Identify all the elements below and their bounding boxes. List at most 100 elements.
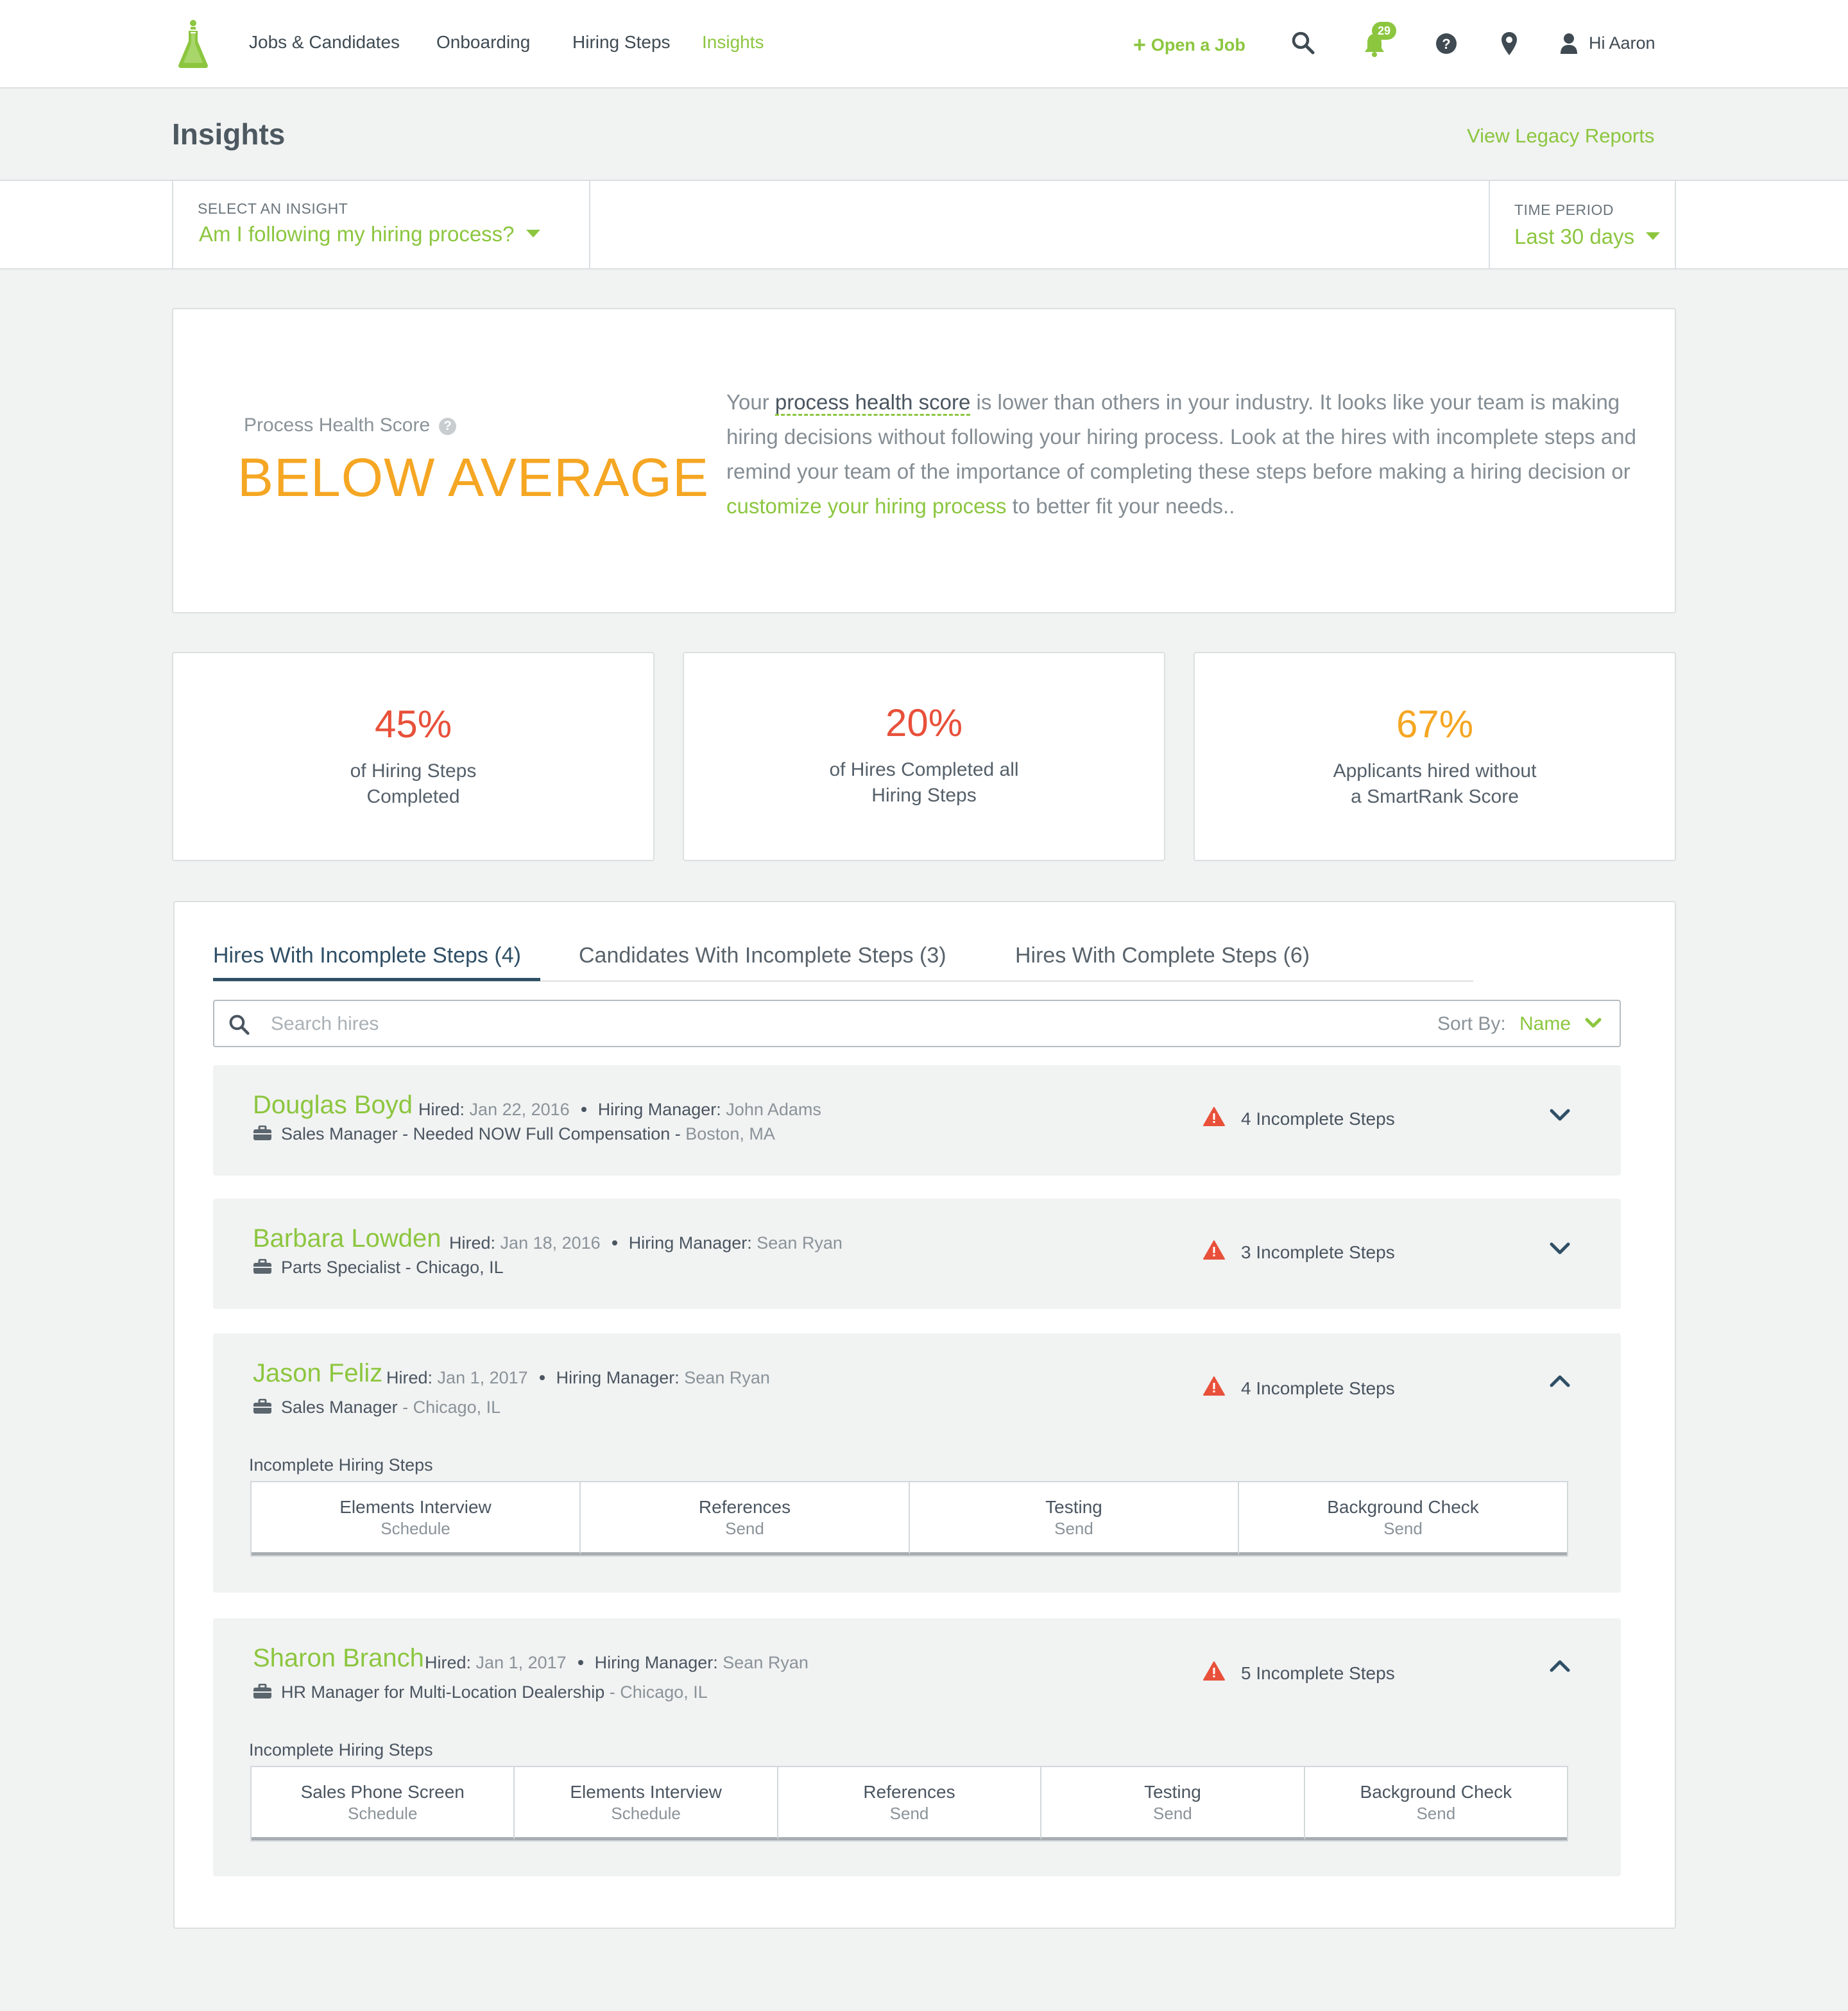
step-action[interactable]: Send bbox=[581, 1518, 909, 1539]
logo-flask-icon[interactable] bbox=[177, 19, 209, 69]
step-action[interactable]: Schedule bbox=[252, 1518, 579, 1539]
process-health-score-tooltip[interactable]: process health score bbox=[774, 390, 971, 416]
step-sales-phone-screen[interactable]: Sales Phone Screen Schedule bbox=[252, 1767, 515, 1840]
hire-name[interactable]: Barbara Lowden bbox=[253, 1224, 441, 1253]
step-action[interactable]: Send bbox=[1041, 1803, 1303, 1824]
job-title: HR Manager for Multi-Location Dealership bbox=[281, 1682, 605, 1702]
chevron-up-icon[interactable] bbox=[1549, 1373, 1571, 1389]
location-pin-icon[interactable] bbox=[1500, 31, 1518, 56]
step-action[interactable]: Send bbox=[1305, 1803, 1567, 1824]
hire-meta: Hired: Jan 1, 2017 Hiring Manager: Sean R… bbox=[386, 1368, 770, 1388]
hired-label: Hired: bbox=[386, 1368, 433, 1387]
chevron-down-icon bbox=[1585, 1018, 1602, 1028]
user-icon[interactable] bbox=[1559, 32, 1579, 55]
hire-name[interactable]: Sharon Branch bbox=[253, 1644, 424, 1673]
nav-insights[interactable]: Insights bbox=[702, 32, 764, 53]
separator-dot bbox=[539, 1375, 545, 1380]
step-testing[interactable]: Testing Send bbox=[1041, 1767, 1305, 1840]
nav-jobs-candidates[interactable]: Jobs & Candidates bbox=[249, 32, 400, 53]
filter-bar: SELECT AN INSIGHT Am I following my hiri… bbox=[0, 180, 1848, 270]
nav-onboarding[interactable]: Onboarding bbox=[436, 32, 530, 53]
step-name: Testing bbox=[1144, 1782, 1201, 1802]
insight-selector-value[interactable]: Am I following my hiring process? bbox=[199, 222, 540, 246]
svg-text:?: ? bbox=[1442, 36, 1450, 52]
nav-hiring-steps[interactable]: Hiring Steps bbox=[572, 32, 671, 53]
incomplete-steps-heading: Incomplete Hiring Steps bbox=[249, 1455, 433, 1475]
search-hires-input[interactable]: Search hires bbox=[271, 1013, 379, 1035]
caret-down-icon bbox=[1646, 232, 1661, 240]
step-elements-interview[interactable]: Elements Interview Schedule bbox=[252, 1482, 581, 1555]
step-elements-interview[interactable]: Elements Interview Schedule bbox=[515, 1767, 778, 1840]
hire-row: Sharon Branch Hired: Jan 1, 2017 Hiring M… bbox=[213, 1618, 1621, 1876]
incomplete-steps-count: 3 Incomplete Steps bbox=[1241, 1242, 1395, 1262]
hiring-manager-name: Sean Ryan bbox=[757, 1233, 843, 1253]
hired-label: Hired: bbox=[449, 1233, 496, 1253]
time-period-selector[interactable]: TIME PERIOD Last 30 days bbox=[1489, 181, 1676, 268]
hiring-manager-label: Hiring Manager: bbox=[556, 1368, 680, 1387]
step-background-check[interactable]: Background Check Send bbox=[1239, 1482, 1567, 1555]
step-name: Background Check bbox=[1360, 1782, 1512, 1802]
search-hires-box[interactable]: Search hires Sort By: Name bbox=[213, 1000, 1621, 1047]
step-action[interactable]: Schedule bbox=[515, 1803, 776, 1824]
help-icon[interactable]: ? bbox=[1435, 32, 1458, 55]
warning-icon bbox=[1203, 1376, 1225, 1396]
stat-card: 45% of Hiring Steps Completed bbox=[172, 652, 654, 861]
insight-selector-label: SELECT AN INSIGHT bbox=[198, 200, 348, 217]
step-background-check[interactable]: Background Check Send bbox=[1305, 1767, 1568, 1840]
step-name: References bbox=[863, 1782, 955, 1802]
step-testing[interactable]: Testing Send bbox=[910, 1482, 1239, 1555]
hire-name[interactable]: Douglas Boyd bbox=[253, 1091, 413, 1120]
step-name: Sales Phone Screen bbox=[300, 1782, 465, 1802]
job-location: - Chicago, IL bbox=[397, 1398, 501, 1417]
hire-name[interactable]: Jason Feliz bbox=[253, 1359, 382, 1388]
tab-hires-complete[interactable]: Hires With Complete Steps (6) bbox=[1015, 943, 1310, 968]
customize-hiring-process-link[interactable]: customize your hiring process bbox=[726, 494, 1007, 518]
job-title: Parts Specialist - Chicago, IL bbox=[281, 1258, 504, 1277]
top-navigation: Jobs & Candidates Onboarding Hiring Step… bbox=[0, 0, 1848, 89]
chevron-down-icon[interactable] bbox=[1549, 1241, 1571, 1256]
step-action[interactable]: Send bbox=[1239, 1518, 1567, 1539]
help-question-icon[interactable]: ? bbox=[439, 418, 457, 435]
step-action[interactable]: Send bbox=[778, 1803, 1040, 1824]
briefcase-icon bbox=[253, 1259, 271, 1274]
hire-job: HR Manager for Multi-Location Dealership… bbox=[253, 1682, 708, 1702]
user-greeting[interactable]: Hi Aaron bbox=[1589, 33, 1656, 53]
chevron-up-icon[interactable] bbox=[1549, 1658, 1571, 1673]
incomplete-steps-count: 4 Incomplete Steps bbox=[1241, 1109, 1395, 1129]
step-references[interactable]: References Send bbox=[581, 1482, 910, 1555]
hire-row: Barbara Lowden Hired: Jan 18, 2016 Hiring… bbox=[213, 1199, 1621, 1309]
time-period-text: Last 30 days bbox=[1514, 225, 1635, 248]
incomplete-steps-count: 5 Incomplete Steps bbox=[1241, 1663, 1395, 1683]
stat-description-line: Applicants hired without bbox=[1333, 760, 1537, 782]
caret-down-icon bbox=[526, 230, 540, 237]
hire-meta: Hired: Jan 18, 2016 Hiring Manager: Sean … bbox=[449, 1233, 843, 1253]
step-action[interactable]: Send bbox=[910, 1518, 1238, 1539]
chevron-down-icon[interactable] bbox=[1549, 1108, 1571, 1123]
view-legacy-reports-link[interactable]: View Legacy Reports bbox=[1467, 124, 1654, 148]
hiring-manager-name: Sean Ryan bbox=[723, 1653, 809, 1672]
hire-job: Sales Manager - Needed NOW Full Compensa… bbox=[253, 1124, 775, 1144]
briefcase-icon bbox=[253, 1684, 271, 1699]
insight-selector[interactable]: SELECT AN INSIGHT Am I following my hiri… bbox=[172, 181, 590, 268]
warning-icon bbox=[1203, 1661, 1225, 1681]
step-references[interactable]: References Send bbox=[778, 1767, 1042, 1840]
separator-dot bbox=[578, 1660, 583, 1665]
step-name: Background Check bbox=[1327, 1497, 1479, 1517]
search-icon[interactable] bbox=[1291, 31, 1315, 55]
open-job-button[interactable]: + Open a Job bbox=[1133, 33, 1245, 58]
hire-meta: Hired: Jan 22, 2016 Hiring Manager: John … bbox=[418, 1100, 821, 1120]
stat-description-line: of Hires Completed all bbox=[829, 759, 1019, 780]
incomplete-steps-heading: Incomplete Hiring Steps bbox=[249, 1740, 433, 1759]
tab-hires-incomplete[interactable]: Hires With Incomplete Steps (4) bbox=[213, 943, 521, 968]
step-name: Elements Interview bbox=[339, 1497, 492, 1517]
hire-meta: Hired: Jan 1, 2017 Hiring Manager: Sean R… bbox=[425, 1653, 809, 1673]
tab-candidates-incomplete[interactable]: Candidates With Incomplete Steps (3) bbox=[579, 943, 946, 968]
sort-by-select[interactable]: Name bbox=[1519, 1013, 1602, 1035]
step-action[interactable]: Schedule bbox=[252, 1803, 513, 1824]
stat-value: 67% bbox=[1396, 703, 1474, 746]
stat-card: 67% Applicants hired without a SmartRank … bbox=[1194, 652, 1676, 861]
briefcase-icon bbox=[253, 1125, 271, 1140]
hiring-manager-label: Hiring Manager: bbox=[597, 1100, 721, 1119]
time-period-value[interactable]: Last 30 days bbox=[1514, 225, 1661, 249]
hiring-manager-label: Hiring Manager: bbox=[594, 1653, 718, 1672]
